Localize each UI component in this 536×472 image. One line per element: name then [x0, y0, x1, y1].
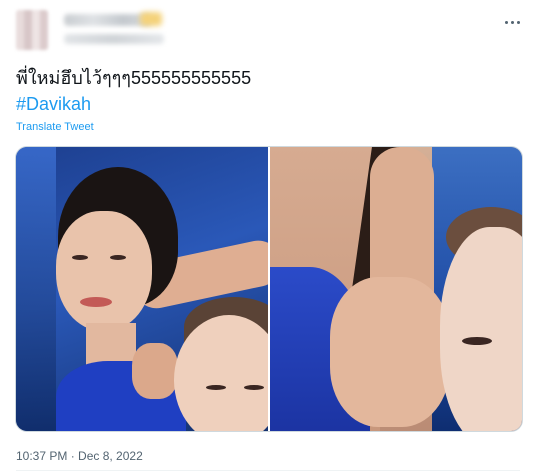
- tweet-media-grid: [15, 146, 523, 432]
- tweet-card: พี่ใหม่ฮึบไว้ๆๆๆ555555555555 #Davikah Tr…: [0, 0, 536, 472]
- tweet-text: พี่ใหม่ฮึบไว้ๆๆๆ555555555555: [16, 68, 252, 88]
- divider: [16, 470, 520, 471]
- tweet-photo-1[interactable]: [16, 147, 268, 431]
- author-name-redacted[interactable]: [64, 14, 152, 26]
- verified-badge-redacted: [140, 12, 162, 26]
- hashtag-link[interactable]: #Davikah: [16, 92, 91, 116]
- tweet-photo-2[interactable]: [270, 147, 522, 431]
- more-options-button[interactable]: [502, 12, 522, 32]
- more-horizontal-icon: [510, 20, 514, 24]
- author-handle-redacted[interactable]: [64, 34, 164, 44]
- avatar[interactable]: [16, 10, 48, 50]
- tweet-timestamp[interactable]: 10:37 PM · Dec 8, 2022: [16, 448, 143, 464]
- more-horizontal-icon: [516, 20, 520, 24]
- more-horizontal-icon: [504, 20, 508, 24]
- translate-tweet-link[interactable]: Translate Tweet: [16, 120, 94, 134]
